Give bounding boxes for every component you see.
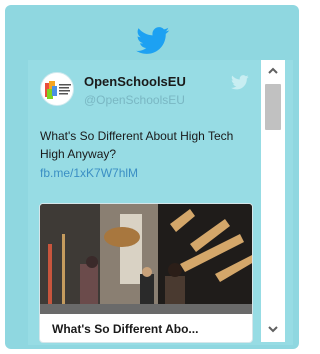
avatar[interactable] <box>40 72 74 106</box>
author-handle[interactable]: @OpenSchoolsEU <box>84 93 185 107</box>
scroll-thumb[interactable] <box>265 84 281 130</box>
scrollbar[interactable] <box>261 60 285 342</box>
tweet-link[interactable]: fb.me/1xK7W7hlM <box>40 166 138 180</box>
author-name[interactable]: OpenSchoolsEU <box>84 74 186 89</box>
chevron-down-icon[interactable] <box>261 320 285 338</box>
tweet-text: What's So Different About High Tech High… <box>40 129 234 161</box>
chevron-up-icon[interactable] <box>261 62 285 80</box>
card-image[interactable] <box>40 204 253 314</box>
twitter-bird-icon[interactable] <box>231 75 249 90</box>
tweet-feed[interactable]: OpenSchoolsEU @OpenSchoolsEU What's So D… <box>28 60 293 345</box>
open-schools-logo <box>45 81 71 99</box>
twitter-timeline-widget: OpenSchoolsEU @OpenSchoolsEU What's So D… <box>5 5 299 349</box>
link-card[interactable]: What's So Different Abo... <box>39 203 253 343</box>
card-title[interactable]: What's So Different Abo... <box>52 322 246 336</box>
twitter-bird-icon[interactable] <box>136 27 170 55</box>
